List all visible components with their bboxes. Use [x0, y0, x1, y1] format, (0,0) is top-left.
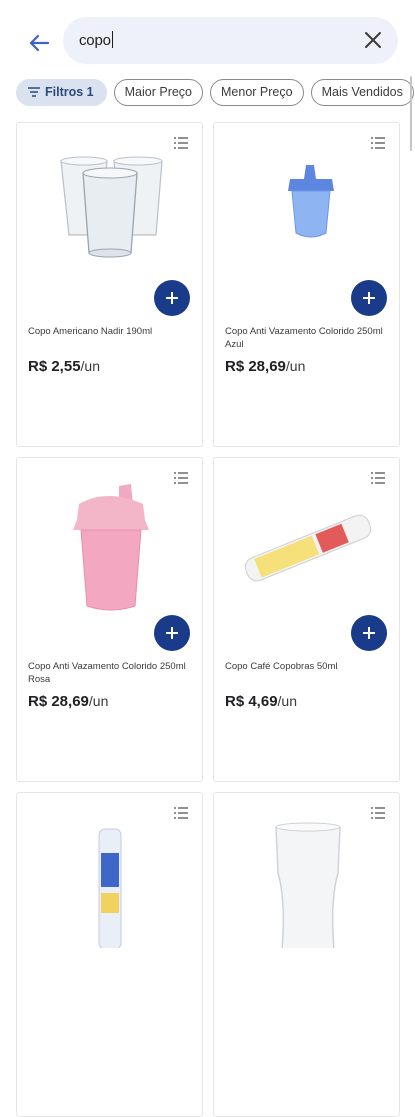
- arrow-left-icon: [29, 34, 50, 52]
- search-input[interactable]: copo: [79, 31, 113, 49]
- sort-lowest-price-chip[interactable]: Menor Preço: [210, 79, 304, 106]
- clear-search-button[interactable]: [362, 29, 384, 51]
- filter-icon: [28, 87, 40, 97]
- add-to-cart-button[interactable]: [351, 615, 387, 651]
- product-image: [60, 156, 163, 258]
- add-to-cart-button[interactable]: [351, 280, 387, 316]
- product-price: R$ 28,69/un: [225, 358, 306, 375]
- product-image: [73, 484, 149, 611]
- close-icon: [365, 32, 381, 48]
- filter-chips: Filtros 1 Maior Preço Menor Preço Mais Vend…: [16, 79, 415, 107]
- product-name: Copo Americano Nadir 190ml: [28, 326, 153, 337]
- product-price: R$ 28,69/un: [28, 693, 109, 710]
- product-card[interactable]: Copo Café Copobras 50ml R$ 4,69/un: [213, 457, 400, 782]
- sort-best-sellers-chip[interactable]: Mais Vendidos: [310, 79, 414, 106]
- product-card[interactable]: Copo Anti Vazamento Colorido 250ml Azul …: [213, 122, 400, 447]
- product-name: Copo Anti Vazamento Colorido 250ml Azul: [225, 326, 383, 350]
- sort-highest-price-chip[interactable]: Maior Preço: [113, 79, 204, 106]
- product-price: R$ 4,69/un: [225, 693, 298, 710]
- product-image: [275, 822, 341, 948]
- product-name: Copo Anti Vazamento Colorido 250ml Rosa: [28, 661, 186, 685]
- product-card[interactable]: [213, 792, 400, 1117]
- product-name: Copo Café Copobras 50ml: [225, 661, 338, 672]
- product-card[interactable]: Copo Americano Nadir 190ml R$ 2,55/un: [16, 122, 203, 447]
- add-to-cart-button[interactable]: [154, 615, 190, 651]
- product-image: [244, 514, 372, 582]
- scrollbar[interactable]: [410, 76, 412, 151]
- add-to-cart-button[interactable]: [154, 280, 190, 316]
- product-image: [288, 165, 334, 238]
- product-card[interactable]: Copo Anti Vazamento Colorido 250ml Rosa …: [16, 457, 203, 782]
- product-card[interactable]: [16, 792, 203, 1117]
- product-price: R$ 2,55/un: [28, 358, 101, 375]
- top-bar: copo: [0, 0, 415, 74]
- back-button[interactable]: [24, 28, 54, 58]
- product-image: [98, 828, 122, 948]
- search-bar[interactable]: copo: [63, 17, 398, 64]
- filters-chip[interactable]: Filtros 1: [16, 79, 107, 106]
